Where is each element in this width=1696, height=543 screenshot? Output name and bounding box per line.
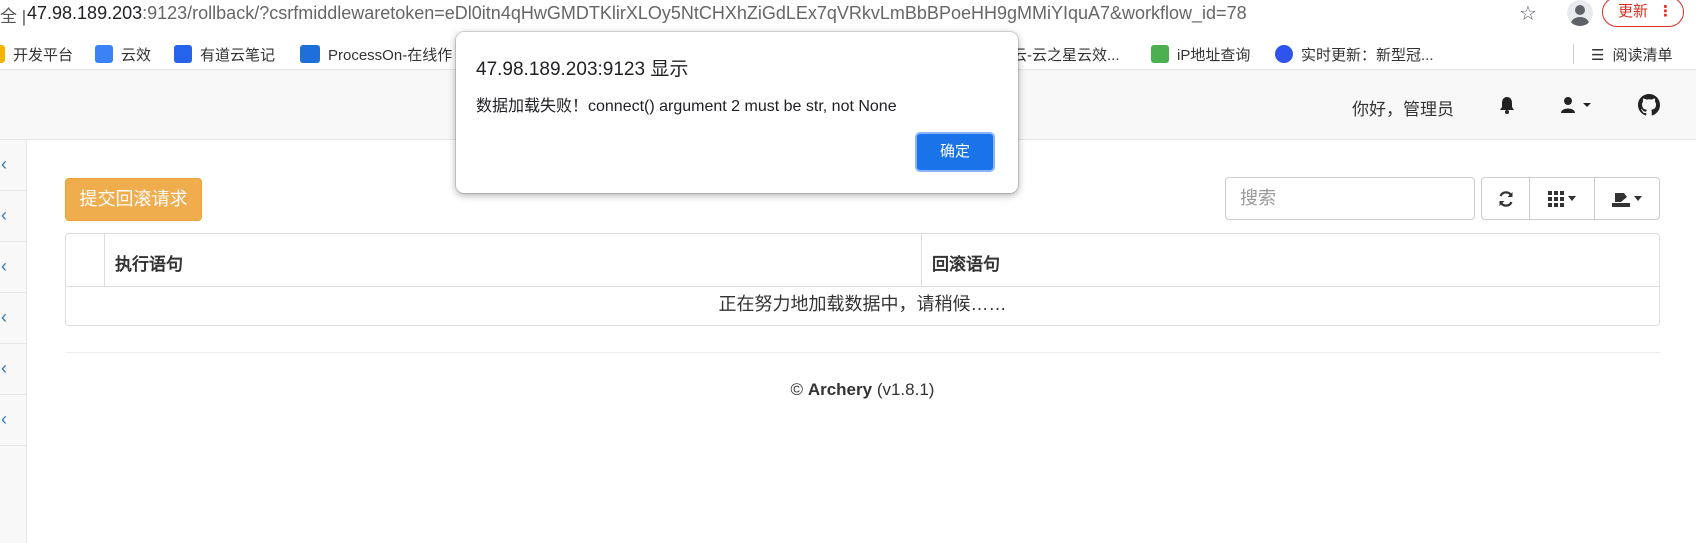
- sidebar-item-4[interactable]: ‹: [0, 293, 27, 344]
- reading-list-button[interactable]: ☰ 阅读清单: [1591, 44, 1672, 65]
- ip-query-icon: [1151, 45, 1169, 63]
- bookmark-item-processon[interactable]: ProcessOn-在线作: [300, 44, 452, 65]
- folder-icon: [0, 45, 5, 63]
- column-header-exec-sql[interactable]: 执行语句: [105, 234, 922, 287]
- user-greeting: 你好，管理员: [1352, 100, 1454, 119]
- sidebar-item-6[interactable]: ‹: [0, 395, 27, 446]
- bookmark-label: 实时更新：新型冠...: [1301, 47, 1434, 64]
- table-tools: [1481, 177, 1660, 220]
- chevron-left-icon: ‹: [1, 154, 7, 174]
- chevron-left-icon: ‹: [1, 205, 7, 225]
- more-menu-icon: ⋮: [1658, 3, 1673, 20]
- dialog-ok-button[interactable]: 确定: [915, 132, 995, 172]
- column-header-rollback-sql[interactable]: 回滚语句: [922, 234, 1659, 287]
- sidebar-item-2[interactable]: ‹: [0, 191, 27, 242]
- footer: © Archery (v1.8.1): [0, 380, 1696, 400]
- browser-update-button[interactable]: 更新 ⋮: [1602, 0, 1684, 27]
- processon-icon: [300, 45, 320, 63]
- bookmark-label: ProcessOn-在线作: [328, 47, 453, 64]
- grid-icon: [1548, 190, 1564, 207]
- bookmark-item-yunzhixing[interactable]: 云-云之星云效...: [1012, 44, 1120, 65]
- dialog-title: 47.98.189.203:9123 显示: [476, 59, 689, 80]
- sidebar: ‹ ‹ ‹ ‹ ‹ ‹: [0, 140, 27, 543]
- yunxiao-icon: [95, 45, 113, 63]
- reading-list-icon: ☰: [1591, 47, 1605, 64]
- copyright-symbol: ©: [790, 380, 804, 399]
- bookmark-item-youdao[interactable]: 有道云笔记: [174, 44, 275, 65]
- sidebar-item-1[interactable]: ‹: [0, 140, 27, 191]
- bookmark-label: 开发平台: [13, 47, 74, 64]
- url-host: 47.98.189.203: [27, 3, 143, 23]
- bookmark-item-dev-platform[interactable]: 开发平台: [0, 44, 73, 65]
- user-menu-icon[interactable]: [1561, 97, 1601, 113]
- address-bar[interactable]: 全 | 47.98.189.203:9123/rollback/?csrfmid…: [0, 0, 1696, 27]
- refresh-icon: [1498, 190, 1513, 207]
- footer-version: (v1.8.1): [876, 380, 935, 399]
- chevron-left-icon: ‹: [1, 256, 7, 276]
- bookmark-label: 有道云笔记: [200, 47, 276, 64]
- dialog-message: 数据加载失败！connect() argument 2 must be str,…: [476, 98, 897, 115]
- bookmark-label: 云-云之星云效...: [1012, 47, 1120, 64]
- site-info-fragment[interactable]: 全 |: [0, 2, 26, 27]
- bookmarks-divider: [1573, 44, 1574, 64]
- bookmark-label: 云效: [121, 47, 152, 64]
- chevron-left-icon: ‹: [1, 409, 7, 429]
- bookmark-item-yunxiao[interactable]: 云效: [95, 44, 151, 65]
- github-icon[interactable]: [1638, 94, 1660, 116]
- footer-divider: [65, 352, 1660, 353]
- chevron-left-icon: ‹: [1, 358, 7, 378]
- columns-toggle-button[interactable]: [1529, 177, 1595, 220]
- profile-avatar-icon[interactable]: [1567, 0, 1593, 26]
- rollback-table: 执行语句 回滚语句 正在努力地加载数据中，请稍候……: [65, 233, 1660, 326]
- footer-brand: Archery: [807, 380, 873, 399]
- bookmark-label: iP地址查询: [1177, 47, 1251, 64]
- loading-message: 正在努力地加载数据中，请稍候……: [718, 294, 1007, 314]
- youdao-note-icon: [174, 45, 192, 63]
- url-path: :9123/rollback/?csrfmiddlewaretoken=eDl0…: [142, 3, 1247, 23]
- bookmark-item-ip-query[interactable]: iP地址查询: [1151, 44, 1250, 65]
- caret-down-icon: [1568, 196, 1576, 201]
- caret-down-icon: [1634, 196, 1642, 201]
- baidu-paw-icon: [1275, 45, 1293, 63]
- alert-dialog: 47.98.189.203:9123 显示 数据加载失败！connect() a…: [456, 32, 1018, 193]
- search-input[interactable]: [1225, 177, 1475, 220]
- bookmark-item-covid-news[interactable]: 实时更新：新型冠...: [1275, 44, 1434, 65]
- refresh-button[interactable]: [1481, 177, 1530, 220]
- bookmark-star-icon[interactable]: ☆: [1519, 1, 1537, 26]
- select-all-cell[interactable]: [66, 234, 105, 287]
- export-icon: [1612, 192, 1630, 207]
- bell-icon[interactable]: [1499, 96, 1515, 114]
- sidebar-item-3[interactable]: ‹: [0, 242, 27, 293]
- update-label: 更新: [1618, 3, 1649, 20]
- reading-list-label: 阅读清单: [1612, 47, 1673, 64]
- table-header: 执行语句 回滚语句: [66, 234, 1659, 287]
- submit-rollback-button[interactable]: 提交回滚请求: [65, 178, 202, 221]
- chevron-left-icon: ‹: [1, 307, 7, 327]
- url-text[interactable]: 47.98.189.203:9123/rollback/?csrfmiddlew…: [27, 3, 1247, 24]
- export-button[interactable]: [1594, 177, 1660, 220]
